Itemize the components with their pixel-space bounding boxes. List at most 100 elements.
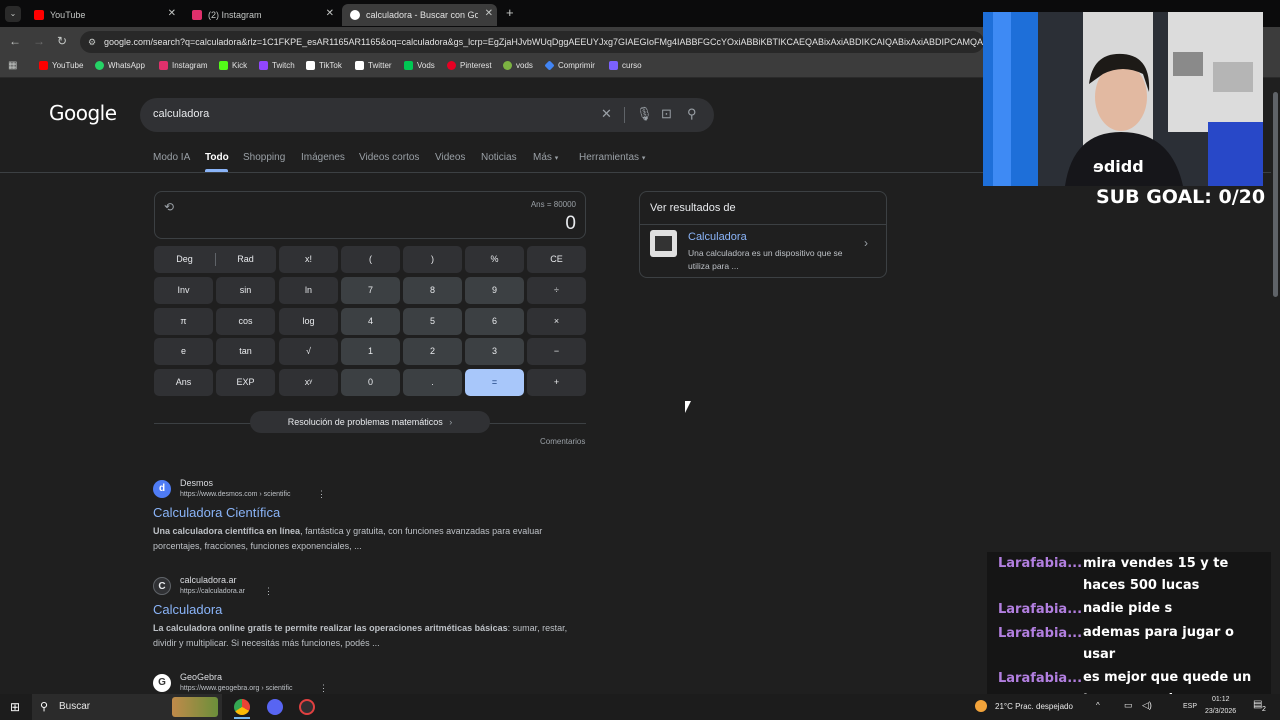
digit-6-key[interactable]: 6 bbox=[465, 308, 524, 335]
math-solver-link[interactable]: Resolución de problemas matemáticos › bbox=[250, 411, 490, 433]
power-key[interactable]: xʸ bbox=[279, 369, 338, 396]
panel-item-title[interactable]: Calculadora bbox=[688, 231, 747, 243]
minus-key[interactable]: − bbox=[527, 338, 586, 365]
digit-2-key[interactable]: 2 bbox=[403, 338, 462, 365]
close-paren-key[interactable]: ) bbox=[403, 246, 462, 273]
address-bar[interactable]: ⚙ google.com/search?q=calculadora&rlz=1C… bbox=[80, 31, 984, 53]
factorial-key[interactable]: x! bbox=[279, 246, 338, 273]
scrollbar-thumb[interactable] bbox=[1273, 92, 1278, 297]
deg-button[interactable]: Deg bbox=[154, 246, 215, 273]
bookmark-vods-2[interactable]: vods bbox=[503, 61, 533, 70]
tab-videos-cortos[interactable]: Videos cortos bbox=[359, 152, 419, 163]
tab-videos[interactable]: Videos bbox=[435, 152, 465, 163]
network-icon[interactable]: ▭ bbox=[1124, 700, 1133, 711]
percent-key[interactable]: % bbox=[465, 246, 524, 273]
bookmark-comprimir[interactable]: Comprimir bbox=[544, 60, 595, 71]
result-site-name[interactable]: GeoGebra bbox=[180, 672, 222, 682]
tab-youtube[interactable]: YouTube ✕ bbox=[26, 4, 180, 26]
pi-key[interactable]: π bbox=[154, 308, 213, 335]
result-site-name[interactable]: Desmos bbox=[180, 478, 213, 488]
digit-0-key[interactable]: 0 bbox=[341, 369, 400, 396]
tab-shopping[interactable]: Shopping bbox=[243, 152, 285, 163]
tab-mas[interactable]: Más ▾ bbox=[533, 152, 558, 163]
tab-instagram[interactable]: (2) Instagram ✕ bbox=[184, 4, 338, 26]
log-key[interactable]: log bbox=[279, 308, 338, 335]
bookmark-curso[interactable]: curso bbox=[609, 61, 642, 70]
search-icon[interactable]: ⚲ bbox=[687, 106, 697, 122]
tan-key[interactable]: tan bbox=[216, 338, 275, 365]
equals-key[interactable]: = bbox=[465, 369, 524, 396]
reload-icon[interactable]: ↻ bbox=[57, 34, 67, 48]
digit-9-key[interactable]: 9 bbox=[465, 277, 524, 304]
digit-1-key[interactable]: 1 bbox=[341, 338, 400, 365]
back-icon[interactable]: ← bbox=[9, 34, 21, 48]
chrome-icon[interactable] bbox=[234, 699, 250, 715]
digit-4-key[interactable]: 4 bbox=[341, 308, 400, 335]
digit-3-key[interactable]: 3 bbox=[465, 338, 524, 365]
discord-icon[interactable] bbox=[267, 699, 283, 715]
microphone-icon[interactable]: 🎙 bbox=[636, 106, 653, 122]
result-title[interactable]: Calculadora bbox=[153, 602, 222, 617]
clear-entry-key[interactable]: CE bbox=[527, 246, 586, 273]
digit-5-key[interactable]: 5 bbox=[403, 308, 462, 335]
result-url[interactable]: https://www.desmos.com › scientific bbox=[180, 491, 290, 498]
search-input[interactable]: calculadora bbox=[153, 108, 209, 120]
ln-key[interactable]: ln bbox=[279, 277, 338, 304]
clock-time[interactable]: 01:12 bbox=[1212, 696, 1230, 703]
inv-key[interactable]: Inv bbox=[154, 277, 213, 304]
taskbar-search[interactable]: ⚲ Buscar bbox=[32, 694, 222, 720]
close-icon[interactable]: ✕ bbox=[168, 8, 176, 19]
bookmark-twitter[interactable]: Twitter bbox=[355, 61, 392, 70]
open-paren-key[interactable]: ( bbox=[341, 246, 400, 273]
google-logo[interactable]: Google bbox=[49, 101, 117, 125]
digit-7-key[interactable]: 7 bbox=[341, 277, 400, 304]
exp-key[interactable]: EXP bbox=[216, 369, 275, 396]
bookmark-instagram[interactable]: Instagram bbox=[159, 61, 208, 70]
result-site-name[interactable]: calculadora.ar bbox=[180, 575, 237, 585]
clock-date[interactable]: 23/3/2026 bbox=[1205, 708, 1236, 715]
windows-start-icon[interactable]: ⊞ bbox=[10, 700, 20, 714]
language-indicator[interactable]: ESP bbox=[1183, 703, 1197, 710]
weather-text[interactable]: 21°C Prac. despejado bbox=[995, 702, 1073, 711]
rad-button[interactable]: Rad bbox=[215, 246, 276, 273]
chevron-right-icon[interactable]: › bbox=[864, 236, 868, 250]
close-icon[interactable]: ✕ bbox=[326, 8, 334, 19]
sin-key[interactable]: sin bbox=[216, 277, 275, 304]
bookmark-twitch[interactable]: Twitch bbox=[259, 61, 295, 70]
obs-icon[interactable] bbox=[299, 699, 315, 715]
ans-key[interactable]: Ans bbox=[154, 369, 213, 396]
tab-search-menu[interactable]: ⌄ bbox=[5, 6, 21, 22]
new-tab-button[interactable]: + bbox=[506, 5, 514, 20]
more-options-icon[interactable]: ⋮ bbox=[264, 586, 273, 597]
bookmark-vods[interactable]: Vods bbox=[404, 61, 435, 70]
sqrt-key[interactable]: √ bbox=[279, 338, 338, 365]
page-scrollbar[interactable] bbox=[1271, 80, 1280, 694]
multiply-key[interactable]: × bbox=[527, 308, 586, 335]
tab-calculadora[interactable]: calculadora - Buscar con Googl ✕ bbox=[342, 4, 497, 26]
close-icon[interactable]: ✕ bbox=[485, 8, 493, 19]
plus-key[interactable]: + bbox=[527, 369, 586, 396]
bookmark-youtube[interactable]: YouTube bbox=[39, 61, 83, 70]
search-box[interactable]: calculadora ✕ 🎙 ⊡ ⚲ bbox=[140, 98, 714, 132]
tab-modo-ia[interactable]: Modo IA bbox=[153, 152, 190, 163]
bookmark-kick[interactable]: Kick bbox=[219, 61, 247, 70]
bookmark-whatsapp[interactable]: WhatsApp bbox=[95, 61, 145, 70]
tab-herramientas[interactable]: Herramientas ▾ bbox=[579, 152, 645, 163]
apps-grid-icon[interactable]: ▦ bbox=[8, 60, 17, 71]
digit-8-key[interactable]: 8 bbox=[403, 277, 462, 304]
lens-icon[interactable]: ⊡ bbox=[661, 106, 672, 122]
tab-todo[interactable]: Todo bbox=[205, 152, 229, 163]
tab-noticias[interactable]: Noticias bbox=[481, 152, 517, 163]
more-options-icon[interactable]: ⋮ bbox=[319, 683, 328, 694]
feedback-link[interactable]: Comentarios bbox=[540, 437, 585, 446]
bookmark-pinterest[interactable]: Pinterest bbox=[447, 61, 492, 70]
cos-key[interactable]: cos bbox=[216, 308, 275, 335]
site-info-icon[interactable]: ⚙ bbox=[88, 31, 96, 53]
more-options-icon[interactable]: ⋮ bbox=[317, 489, 326, 500]
volume-icon[interactable]: ◁) bbox=[1142, 700, 1152, 711]
tray-chevron-icon[interactable]: ^ bbox=[1096, 701, 1100, 710]
result-title[interactable]: Calculadora Científica bbox=[153, 505, 280, 520]
clear-icon[interactable]: ✕ bbox=[601, 106, 612, 122]
bookmark-tiktok[interactable]: TikTok bbox=[306, 61, 342, 70]
forward-icon[interactable]: → bbox=[33, 34, 45, 48]
